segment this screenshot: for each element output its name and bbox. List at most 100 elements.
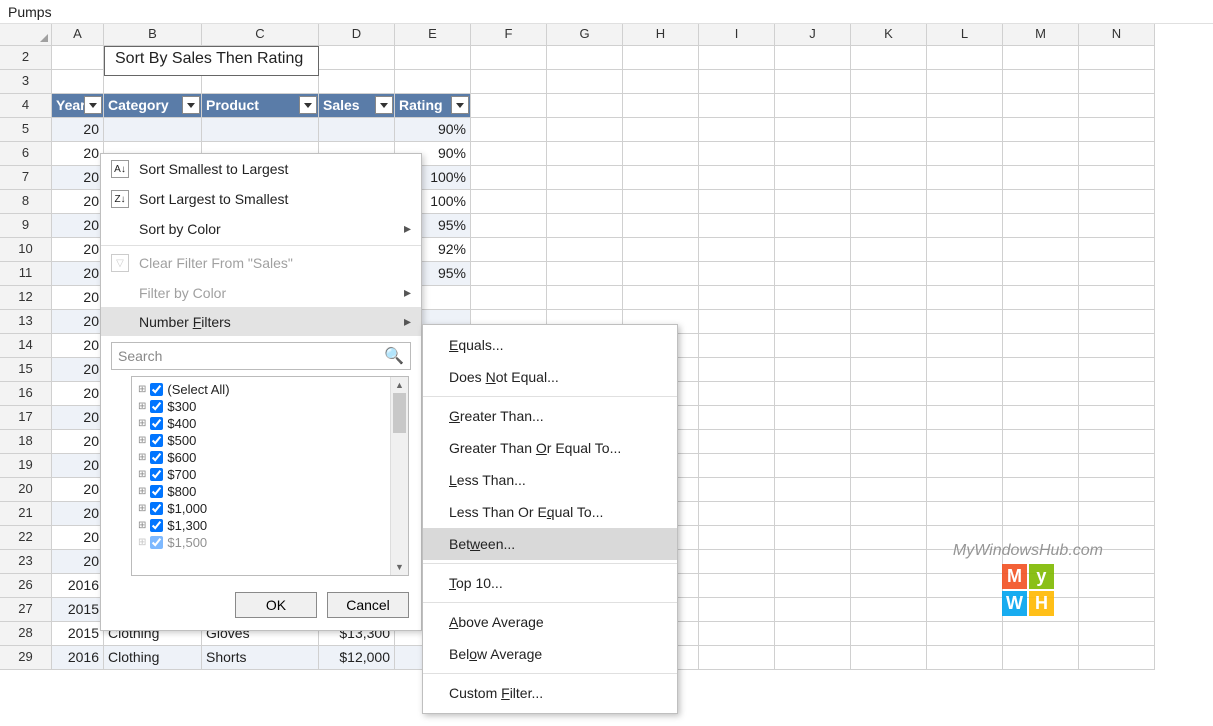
cell[interactable] [699, 46, 775, 70]
cell[interactable] [699, 454, 775, 478]
cell[interactable] [1003, 454, 1079, 478]
cell[interactable] [775, 94, 851, 118]
cell[interactable] [1003, 622, 1079, 646]
header-year[interactable]: Year [52, 94, 104, 118]
cell[interactable] [927, 166, 1003, 190]
row-header[interactable]: 17 [0, 406, 52, 430]
cell[interactable] [471, 166, 547, 190]
select-all-corner[interactable] [0, 24, 52, 46]
cell[interactable] [471, 118, 547, 142]
row-header[interactable]: 4 [0, 94, 52, 118]
cell[interactable] [1079, 238, 1155, 262]
cell[interactable] [1079, 70, 1155, 94]
col-header-L[interactable]: L [927, 24, 1003, 46]
filter-value-item[interactable]: ⊞$400 [136, 415, 404, 432]
cell[interactable] [623, 262, 699, 286]
cell[interactable] [699, 478, 775, 502]
cell[interactable] [1003, 574, 1079, 598]
nf-less-than[interactable]: Less Than... [423, 464, 677, 496]
filter-dropdown-icon[interactable] [182, 96, 200, 114]
cell[interactable] [927, 310, 1003, 334]
cell[interactable] [927, 334, 1003, 358]
filter-checkbox[interactable] [150, 519, 163, 532]
cell[interactable] [927, 190, 1003, 214]
cell[interactable] [547, 214, 623, 238]
scroll-up-icon[interactable]: ▲ [391, 377, 408, 393]
cell[interactable] [775, 574, 851, 598]
cell[interactable] [775, 70, 851, 94]
filter-checkbox[interactable] [150, 383, 163, 396]
cell[interactable] [1079, 550, 1155, 574]
row-header[interactable]: 22 [0, 526, 52, 550]
cell[interactable] [699, 526, 775, 550]
cancel-button[interactable]: Cancel [327, 592, 409, 618]
cell[interactable] [1079, 310, 1155, 334]
cell[interactable] [927, 502, 1003, 526]
cell[interactable] [1079, 622, 1155, 646]
cell[interactable] [775, 358, 851, 382]
cell[interactable] [927, 478, 1003, 502]
row-header[interactable]: 23 [0, 550, 52, 574]
cell[interactable] [623, 46, 699, 70]
formula-bar[interactable]: Pumps [0, 0, 1213, 24]
nf-above-avg[interactable]: Above Average [423, 606, 677, 638]
filter-values-list[interactable]: ⊞(Select All)⊞$300⊞$400⊞$500⊞$600⊞$700⊞$… [131, 376, 409, 576]
cell[interactable] [775, 334, 851, 358]
cell[interactable] [851, 502, 927, 526]
cell[interactable] [1003, 550, 1079, 574]
cell[interactable] [1079, 166, 1155, 190]
nf-not-equal[interactable]: Does Not Equal... [423, 361, 677, 393]
cell[interactable] [775, 622, 851, 646]
cell[interactable] [52, 70, 104, 94]
col-header-G[interactable]: G [547, 24, 623, 46]
cell[interactable] [851, 406, 927, 430]
cell[interactable] [1079, 214, 1155, 238]
cell[interactable]: 20 [52, 478, 104, 502]
cell[interactable] [775, 526, 851, 550]
cell[interactable] [623, 142, 699, 166]
cell[interactable] [395, 70, 471, 94]
cell[interactable] [1079, 118, 1155, 142]
cell[interactable] [775, 238, 851, 262]
cell[interactable]: 20 [52, 214, 104, 238]
cell[interactable] [927, 382, 1003, 406]
nf-between[interactable]: Between... [423, 528, 677, 560]
cell[interactable]: 20 [52, 358, 104, 382]
filter-value-item[interactable]: ⊞$300 [136, 398, 404, 415]
cell[interactable] [1003, 646, 1079, 670]
row-header[interactable]: 15 [0, 358, 52, 382]
cell[interactable] [471, 238, 547, 262]
cell[interactable] [471, 214, 547, 238]
cell[interactable] [623, 238, 699, 262]
cell[interactable] [1079, 526, 1155, 550]
cell[interactable] [851, 526, 927, 550]
cell[interactable] [775, 430, 851, 454]
cell[interactable]: 20 [52, 334, 104, 358]
cell[interactable] [1079, 286, 1155, 310]
cell[interactable] [547, 46, 623, 70]
cell[interactable] [547, 142, 623, 166]
cell[interactable] [1079, 190, 1155, 214]
cell[interactable] [699, 238, 775, 262]
col-header-B[interactable]: B [104, 24, 202, 46]
cell[interactable] [319, 46, 395, 70]
row-header[interactable]: 29 [0, 646, 52, 670]
cell[interactable] [775, 46, 851, 70]
cell[interactable] [851, 142, 927, 166]
cell[interactable] [52, 46, 104, 70]
sort-by-sales-then-rating-button[interactable]: Sort By Sales Then Rating [104, 46, 319, 76]
filter-value-item[interactable]: ⊞$1,000 [136, 500, 404, 517]
cell[interactable] [699, 646, 775, 670]
cell[interactable] [699, 94, 775, 118]
row-header[interactable]: 13 [0, 310, 52, 334]
cell[interactable] [1079, 478, 1155, 502]
cell[interactable] [1003, 382, 1079, 406]
cell[interactable] [547, 238, 623, 262]
cell[interactable] [927, 646, 1003, 670]
cell[interactable] [699, 214, 775, 238]
cell[interactable] [1003, 190, 1079, 214]
cell[interactable]: 90% [395, 118, 471, 142]
cell[interactable]: 20 [52, 526, 104, 550]
row-header[interactable]: 12 [0, 286, 52, 310]
col-header-F[interactable]: F [471, 24, 547, 46]
